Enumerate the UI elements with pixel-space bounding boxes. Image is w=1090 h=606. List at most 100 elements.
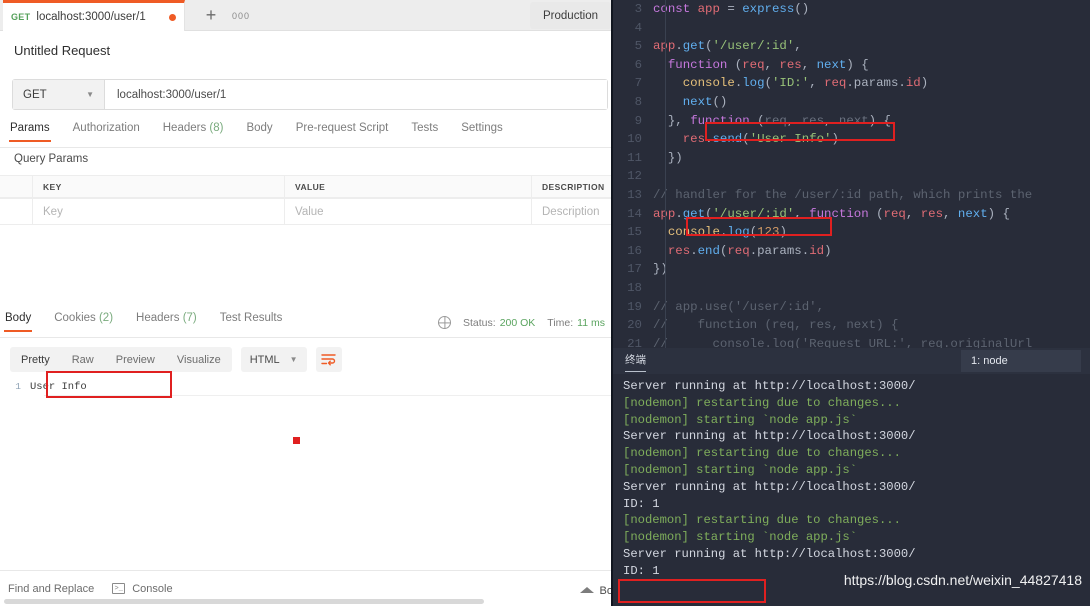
response-tab-count: (2) [95,312,114,324]
url-input[interactable]: localhost:3000/user/1 [105,80,607,109]
tab-terminal[interactable]: 终端 [625,352,646,372]
response-tab-count: (7) [179,312,197,324]
query-params-label: Query Params [14,153,89,165]
code-line-text: // handler for the /user/:id path, which… [653,187,1033,202]
time-value: 11 ms [577,316,605,329]
request-tab-strip: GET localhost:3000/user/1 + 000 Producti… [0,0,613,31]
response-tab-cookies[interactable]: Cookies (2) [54,312,125,331]
time-label: Time: [547,316,574,329]
terminal-line: [nodemon] restarting due to changes... [623,395,901,410]
tab-settings[interactable]: Settings [461,122,515,141]
terminal-line: Server running at http://localhost:3000/ [623,546,916,561]
params-select-all-checkbox[interactable] [0,176,33,197]
graduation-cap-icon [579,586,594,596]
view-tab-raw[interactable]: Raw [61,347,105,372]
postman-window: GET localhost:3000/user/1 + 000 Producti… [0,0,613,606]
terminal-output: Server running at http://localhost:3000/… [623,378,1090,580]
request-tab-active[interactable]: GET localhost:3000/user/1 [3,0,185,31]
new-tab-button[interactable]: + [195,0,227,31]
code-line-number: 4 [634,20,642,35]
body-line-text: User Info [30,380,87,393]
code-line: 3 const app = express() [613,0,1090,19]
environment-selector[interactable]: Production [530,2,611,29]
params-description-input[interactable]: Description [532,199,613,224]
params-header-value: VALUE [285,176,532,197]
response-tab-label: Headers [136,312,180,324]
tab-body[interactable]: Body [246,122,284,141]
response-format-select[interactable]: HTML ▼ [240,347,307,372]
body-line-number: 1 [15,381,21,392]
terminal-line: Server running at http://localhost:3000/ [623,479,916,494]
postman-status-bar: Find and Replace >_ Console Bo [0,570,613,606]
console-label: Console [132,582,173,595]
code-line-number: 20 [627,318,642,333]
status-label: Status: [463,316,496,329]
code-line-number: 17 [627,262,642,277]
method-select[interactable]: GET ▼ [13,80,105,109]
tab-more-icon[interactable]: 000 [226,0,256,31]
params-row-checkbox[interactable] [0,199,33,224]
code-line: 20 // function (req, res, next) { [613,316,1090,335]
console-button[interactable]: >_ Console [112,582,173,595]
code-line-text: console.log('ID:', req.params.id) [682,76,929,91]
code-line-text: app.get('/user/:id', [653,39,802,54]
terminal-line: [nodemon] starting `node app.js` [623,530,858,545]
params-key-input[interactable]: Key [33,199,285,224]
wrap-text-button[interactable] [315,347,342,372]
find-and-replace-button[interactable]: Find and Replace [8,583,94,595]
request-tabs: Params Authorization Headers (8) Body Pre-re… [0,122,613,148]
tab-params[interactable]: Params [9,122,62,142]
chevron-down-icon: ▼ [86,90,94,99]
view-tab-pretty[interactable]: Pretty [10,347,61,372]
horizontal-scrollbar[interactable] [4,599,484,604]
status-badge: 200 OK [499,316,536,329]
cursor-marker [293,437,300,444]
params-header-description: DESCRIPTION [542,181,605,192]
code-line: 8 next() [613,93,1090,112]
code-line: 11 }) [613,149,1090,168]
method-select-value: GET [23,88,47,101]
code-line-number: 16 [627,243,642,258]
code-line: 6 function (req, res, next) { [613,56,1090,75]
watermark: https://blog.csdn.net/weixin_44827418 [843,572,1082,588]
response-view-tabs: Pretty Raw Preview Visualize [10,347,232,372]
code-line-number: 7 [634,76,642,91]
terminal-line: [nodemon] restarting due to changes... [623,513,901,528]
url-bar: GET ▼ localhost:3000/user/1 [12,79,608,110]
tab-label: Headers [162,122,207,134]
code-line: 13 // handler for the /user/:id path, whi… [613,186,1090,205]
find-and-replace-label: Find and Replace [8,582,95,595]
params-value-input[interactable]: Value [285,199,532,224]
tab-authorization[interactable]: Authorization [73,122,152,141]
response-tab-body[interactable]: Body [3,312,43,332]
tab-headers[interactable]: Headers (8) [163,122,236,141]
response-body: 1 User Info [0,378,613,558]
code-line: 7 console.log('ID:', req.params.id) [613,74,1090,93]
response-tab-label: Test Results [219,312,283,324]
code-line-text: // app.use('/user/:id', [653,299,825,314]
response-tab-headers[interactable]: Headers (7) [136,312,209,331]
chevron-down-icon: ▼ [289,355,298,364]
tab-label: Body [246,122,273,134]
view-tab-preview[interactable]: Preview [105,347,166,372]
tab-pre-request-script[interactable]: Pre-request Script [296,122,401,141]
code-line-text: console.log(123) [667,225,787,240]
terminal-line: ID: 1 [623,496,660,511]
code-line-number: 9 [634,113,642,128]
terminal-line: [nodemon] starting `node app.js` [623,462,858,477]
code-line: 19 // app.use('/user/:id', [613,298,1090,317]
response-meta: Status: 200 OK Time: 11 ms [438,316,605,329]
tab-tests[interactable]: Tests [411,122,450,141]
response-format-value: HTML [249,353,280,366]
code-editor[interactable]: 3 const app = express() 4 5 app.get('/user/:… [613,0,1090,351]
terminal-instance-select[interactable]: 1: node [961,350,1081,372]
code-line-number: 15 [627,225,642,240]
terminal-line: Server running at http://localhost:3000/ [623,379,916,393]
response-tab-test-results[interactable]: Test Results [220,312,295,331]
code-line: 9 }, function (req, res, next) { [613,112,1090,131]
code-line-text: }, function (req, res, next) { [653,113,891,128]
view-tab-visualize[interactable]: Visualize [166,347,232,372]
terminal-line: [nodemon] starting `node app.js` [623,412,858,427]
bootcamp-button[interactable]: Bo [579,585,613,597]
console-icon: >_ [112,583,126,594]
